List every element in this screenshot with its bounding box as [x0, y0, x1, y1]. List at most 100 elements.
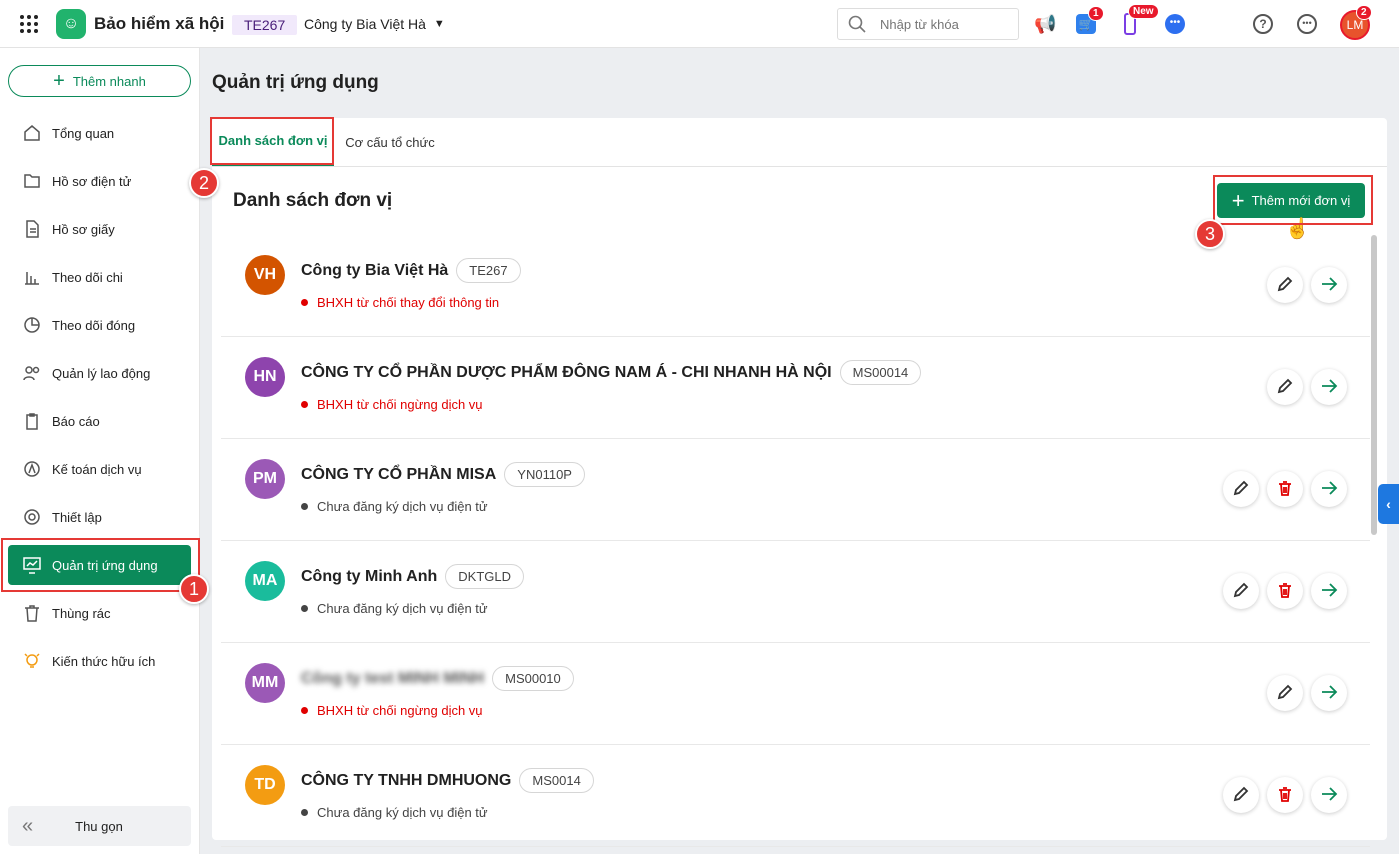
sidebar-item-settings[interactable]: Thiết lập: [8, 497, 191, 537]
open-button[interactable]: [1311, 573, 1347, 609]
edit-button[interactable]: [1223, 777, 1259, 813]
scrollbar[interactable]: [1371, 235, 1377, 535]
sidebar-item-payment-tracking[interactable]: Theo dõi đóng: [8, 305, 191, 345]
collapse-label: Thu gọn: [75, 818, 123, 834]
trash-icon: [1276, 479, 1294, 500]
unit-status: Chưa đăng ký dịch vụ điện tử: [317, 601, 488, 616]
plus-icon: +: [53, 69, 65, 92]
annotation-number-2: 2: [189, 168, 219, 198]
unit-name[interactable]: Công ty Bia Việt Hà: [301, 262, 448, 280]
unit-row[interactable]: MM Công ty test MINH MINH MS00010 BHXH từ…: [221, 643, 1370, 745]
unit-code-badge: TE267: [456, 258, 521, 283]
delete-button[interactable]: [1267, 573, 1303, 609]
home-icon: [24, 125, 40, 141]
folder-icon: [24, 174, 40, 188]
sidebar-item-overview[interactable]: Tổng quan: [8, 113, 191, 153]
search-icon: [848, 15, 866, 33]
trash-icon: [1276, 785, 1294, 806]
search-box[interactable]: [837, 8, 1019, 40]
open-button[interactable]: [1311, 267, 1347, 303]
apps-grid-icon[interactable]: [20, 15, 38, 33]
unit-code-badge: MS00010: [492, 666, 574, 691]
unit-selector[interactable]: Công ty Bia Việt Hà ▼: [304, 16, 445, 32]
unit-name[interactable]: CÔNG TY CỔ PHẦN MISA: [301, 466, 496, 484]
open-button[interactable]: [1311, 471, 1347, 507]
sidebar-item-label: Theo dõi chi: [52, 269, 123, 285]
annotation-number-1: 1: [179, 574, 209, 604]
side-panel-toggle[interactable]: ‹: [1378, 484, 1399, 524]
delete-button[interactable]: [1267, 471, 1303, 507]
megaphone-icon[interactable]: 📢: [1034, 14, 1056, 35]
document-icon: [26, 220, 39, 238]
unit-status: BHXH từ chối ngừng dịch vụ: [317, 703, 483, 718]
unit-avatar: PM: [245, 459, 285, 499]
sidebar-item-label: Quản lý lao động: [52, 365, 151, 381]
double-chevron-left-icon: «: [22, 814, 34, 837]
unit-row[interactable]: TD CÔNG TY TNHH DMHUONG MS0014 Chưa đăng …: [221, 745, 1370, 847]
unit-row[interactable]: PM CÔNG TY CỔ PHẦN MISA YN0110P Chưa đăng…: [221, 439, 1370, 541]
quick-add-label: Thêm nhanh: [72, 73, 146, 89]
arrow-right-icon: [1320, 479, 1338, 500]
status-dot: [301, 809, 308, 816]
open-button[interactable]: [1311, 675, 1347, 711]
sidebar-item-knowledge[interactable]: Kiến thức hữu ích: [8, 641, 191, 681]
search-input[interactable]: [880, 16, 1000, 32]
sidebar-item-expense-tracking[interactable]: Theo dõi chi: [8, 257, 191, 297]
open-button[interactable]: [1311, 777, 1347, 813]
chat-icon[interactable]: •••: [1165, 14, 1185, 34]
trash-icon: [1276, 581, 1294, 602]
chevron-down-icon: ▼: [433, 18, 445, 30]
unit-name[interactable]: CÔNG TY CỔ PHẦN DƯỢC PHẨM ĐÔNG NAM Á - C…: [301, 364, 832, 382]
pie-chart-icon: [24, 317, 40, 333]
unit-avatar: MM: [245, 663, 285, 703]
sidebar-item-label: Theo dõi đóng: [52, 317, 136, 333]
sidebar-item-labor[interactable]: Quản lý lao động: [8, 353, 191, 393]
sidebar-item-label: Thùng rác: [52, 605, 111, 621]
tab-org-structure[interactable]: Cơ cấu tổ chức: [334, 118, 446, 166]
edit-button[interactable]: [1267, 267, 1303, 303]
page-title: Quản trị ứng dụng: [212, 72, 379, 93]
edit-button[interactable]: [1223, 471, 1259, 507]
help-icon[interactable]: ?: [1253, 14, 1273, 34]
unit-avatar: HN: [245, 357, 285, 397]
unit-name[interactable]: CÔNG TY TNHH DMHUONG: [301, 772, 511, 790]
edit-button[interactable]: [1223, 573, 1259, 609]
unit-avatar: VH: [245, 255, 285, 295]
unit-code-badge: MS0014: [519, 768, 594, 793]
cart-badge: 1: [1088, 6, 1104, 21]
delete-button[interactable]: [1267, 777, 1303, 813]
sidebar-item-label: Hồ sơ giấy: [52, 221, 115, 237]
sidebar-item-label: Báo cáo: [52, 413, 100, 429]
arrow-right-icon: [1320, 785, 1338, 806]
sidebar-item-paper-records[interactable]: Hồ sơ giấy: [8, 209, 191, 249]
more-icon[interactable]: •••: [1297, 14, 1317, 34]
unit-code-badge: DKTGLD: [445, 564, 524, 589]
edit-button[interactable]: [1267, 369, 1303, 405]
tab-label: Cơ cấu tổ chức: [345, 134, 435, 150]
top-bar: ☺ Bảo hiểm xã hội TE267 Công ty Bia Việt…: [0, 0, 1399, 48]
unit-code-badge: TE267: [232, 15, 298, 35]
sidebar-item-e-records[interactable]: Hồ sơ điện tử: [8, 161, 191, 201]
status-dot: [301, 605, 308, 612]
unit-name[interactable]: Công ty Minh Anh: [301, 568, 437, 586]
open-button[interactable]: [1311, 369, 1347, 405]
unit-status: BHXH từ chối thay đổi thông tin: [317, 295, 500, 310]
sidebar-item-reports[interactable]: Báo cáo: [8, 401, 191, 441]
unit-name[interactable]: Công ty test MINH MINH: [301, 670, 484, 688]
pencil-icon: [1232, 785, 1250, 806]
unit-row[interactable]: VH Công ty Bia Việt Hà TE267 BHXH từ chối…: [221, 235, 1370, 337]
edit-button[interactable]: [1267, 675, 1303, 711]
annotation-box-1: [1, 538, 200, 592]
app-logo-icon: ☺: [56, 9, 86, 39]
clipboard-icon: [26, 413, 38, 430]
pencil-icon: [1276, 377, 1294, 398]
collapse-button[interactable]: « Thu gọn: [8, 806, 191, 846]
sidebar-item-accounting[interactable]: Kế toán dịch vụ: [8, 449, 191, 489]
sidebar-item-trash[interactable]: Thùng rác: [8, 593, 191, 633]
unit-row[interactable]: MA Công ty Minh Anh DKTGLD Chưa đăng ký d…: [221, 541, 1370, 643]
app-name: Bảo hiểm xã hội: [94, 14, 225, 33]
arrow-right-icon: [1320, 275, 1338, 296]
quick-add-button[interactable]: + Thêm nhanh: [8, 65, 191, 97]
sidebar: + Thêm nhanh Tổng quan Hồ sơ điện tử Hồ …: [0, 48, 200, 854]
unit-row[interactable]: HN CÔNG TY CỔ PHẦN DƯỢC PHẨM ĐÔNG NAM Á …: [221, 337, 1370, 439]
